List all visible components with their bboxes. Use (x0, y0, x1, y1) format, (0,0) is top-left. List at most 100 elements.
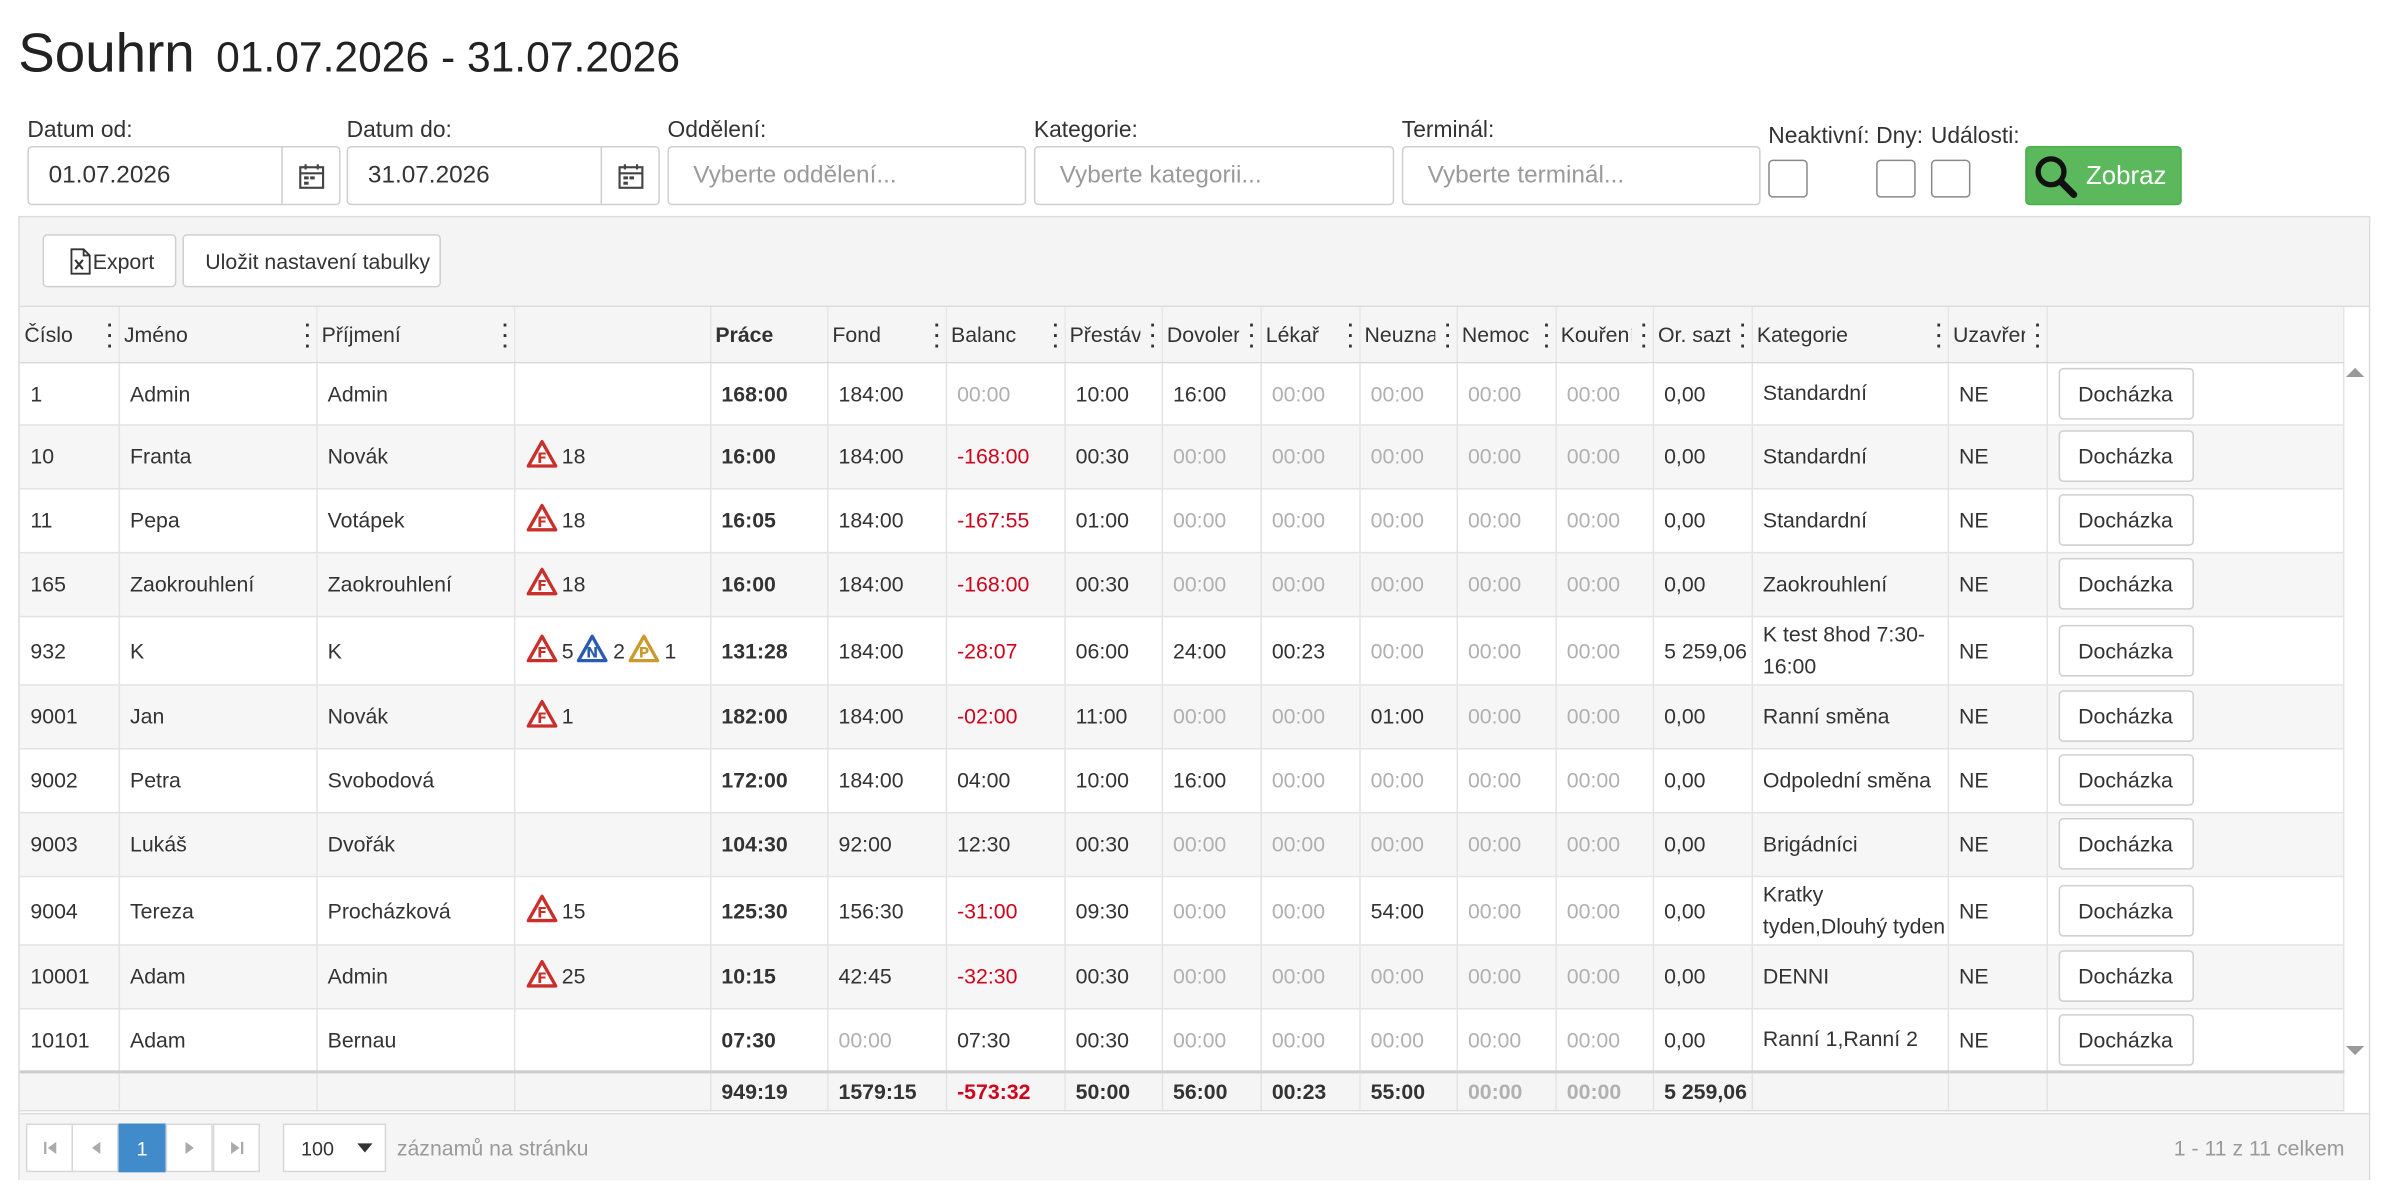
attendance-button[interactable]: Docházka (2057, 367, 2194, 419)
attendance-button[interactable]: Docházka (2057, 950, 2194, 1002)
attendance-button[interactable]: Docházka (2057, 817, 2194, 870)
cell-nemoc: 00:00 (1456, 811, 1557, 877)
column-menu-icon[interactable]: · · · (1542, 315, 1551, 356)
event-f-warning-icon[interactable]: F (525, 893, 557, 926)
column-menu-icon[interactable]: · · · (1935, 315, 1944, 356)
column-menu-icon[interactable]: · · · (1247, 315, 1256, 356)
header-col-fond[interactable]: Fond · · · (827, 307, 947, 363)
attendance-button[interactable]: Docházka (2057, 494, 2194, 546)
column-menu-icon[interactable]: · · · (303, 315, 312, 356)
table-row[interactable]: 165 Zaokrouhlení Zaokrouhlení F 18 16:00 184:0… (19, 551, 2344, 617)
page-size-select[interactable]: 100 (282, 1123, 387, 1173)
table-row[interactable]: 10 Franta Novák F 18 16:00 184:00 -168:00 00:30 0… (19, 424, 2344, 489)
date-from-label: Datum od: (27, 117, 133, 143)
header-col-sazba[interactable]: Or. sazt · · · (1652, 307, 1753, 363)
first-page-button[interactable] (25, 1123, 73, 1173)
show-button[interactable]: Zobraz (2025, 145, 2182, 206)
page-button-current[interactable]: 1 (118, 1123, 166, 1173)
calendar-icon[interactable] (281, 147, 339, 204)
table-row[interactable]: 10001 Adam Admin F 25 10:15 42:45 -32:30 00:30 00… (19, 944, 2344, 1009)
scroll-down-icon[interactable] (2340, 1041, 2370, 1059)
cell-events: F1 (513, 684, 711, 749)
table-row[interactable]: 9004 Tereza Procházková F 15 125:30 156:30 -31:… (19, 875, 2344, 945)
attendance-button[interactable]: Docházka (2057, 557, 2194, 610)
header-col-cislo[interactable]: Číslo · · · (19, 307, 120, 363)
attendance-button[interactable]: Docházka (2057, 1013, 2194, 1066)
header-col-balanc[interactable]: Balanc · · · (945, 307, 1066, 363)
next-page-button[interactable] (165, 1123, 213, 1173)
cell-prace: 168:00 (710, 361, 828, 425)
header-col-prestavka[interactable]: Přestáv · · · (1064, 307, 1163, 363)
cell-kategorie: Standardní (1751, 424, 1949, 489)
prev-page-button[interactable] (71, 1123, 119, 1173)
table-row[interactable]: 9003 Lukáš Dvořák 104:30 92:00 12:30 00:30 00:0… (19, 811, 2344, 877)
category-select[interactable]: Vyberte kategorii... (1033, 145, 1395, 206)
header-col-koureni[interactable]: Kouření · · · (1555, 307, 1654, 363)
scroll-up-icon[interactable] (2340, 363, 2370, 381)
event-f-warning-icon[interactable]: F (525, 567, 557, 600)
cell-kategorie: Brigádníci (1751, 811, 1949, 877)
attendance-button[interactable]: Docházka (2057, 430, 2194, 482)
total-kategorie (1751, 1070, 1949, 1111)
header-col-events[interactable] (513, 307, 711, 363)
attendance-button[interactable]: Docházka (2057, 624, 2194, 676)
column-menu-icon[interactable]: · · · (2034, 315, 2043, 356)
cell-uzavreno: NE (1947, 361, 2048, 425)
event-p-warning-icon[interactable]: P (628, 633, 660, 666)
cell-jmeno: Tereza (118, 875, 318, 945)
column-menu-icon[interactable]: · · · (1444, 315, 1453, 356)
column-menu-icon[interactable]: · · · (501, 315, 510, 356)
column-menu-icon[interactable]: · · · (106, 315, 115, 356)
terminal-select[interactable]: Vyberte terminál... (1401, 145, 1761, 206)
attendance-button[interactable]: Docházka (2057, 754, 2194, 806)
date-to-input[interactable]: 31.07.2026 (346, 145, 660, 206)
export-button[interactable]: Export (42, 234, 177, 288)
cell-prestav: 00:30 (1064, 1008, 1163, 1073)
header-col-jmeno[interactable]: Jméno · · · (118, 307, 318, 363)
total-balanc: -573:32 (945, 1070, 1066, 1111)
header-col-prijmeni[interactable]: Příjmení · · · (316, 307, 515, 363)
cell-dovolena: 00:00 (1161, 811, 1262, 877)
attendance-button[interactable]: Docházka (2057, 884, 2194, 936)
header-col-prace[interactable]: Práce (710, 307, 828, 363)
table-row[interactable]: 1 Admin Admin 168:00 184:00 00:00 10:00 16:00 00… (19, 361, 2344, 425)
table-row[interactable]: 9001 Jan Novák F 1 182:00 184:00 -02:00 11:00 00:… (19, 684, 2344, 749)
event-count: 5 (561, 637, 574, 663)
header-col-dovolena[interactable]: Dovoler · · · (1161, 307, 1262, 363)
cell-prijmeni: Votápek (316, 488, 515, 553)
header-col-neuznano[interactable]: Neuzna · · · (1359, 307, 1458, 363)
event-f-warning-icon[interactable]: F (525, 503, 557, 536)
calendar-icon[interactable] (600, 147, 659, 204)
save-table-settings-button[interactable]: Uložit nastavení tabulky (182, 234, 441, 288)
last-page-button[interactable] (212, 1123, 260, 1173)
event-f-warning-icon[interactable]: F (525, 959, 557, 992)
days-checkbox[interactable] (1876, 159, 1916, 198)
column-menu-icon[interactable]: · · · (1346, 315, 1355, 356)
column-menu-icon[interactable]: · · · (933, 315, 942, 356)
header-col-nemoc[interactable]: Nemoc · · · (1456, 307, 1557, 363)
event-f-warning-icon[interactable]: F (525, 633, 557, 666)
event-f-warning-icon[interactable]: F (525, 699, 557, 732)
event-n-warning-icon[interactable]: N (577, 633, 609, 666)
table-row[interactable]: 9002 Petra Svobodová 172:00 184:00 04:00 10:00… (19, 748, 2344, 813)
column-menu-icon[interactable]: · · · (1640, 315, 1649, 356)
events-checkbox[interactable] (1930, 159, 1971, 198)
table-row[interactable]: 932 K K F 5 N 2 P 1 131:28 184:00 -28:07 06:00 24:00 0… (19, 615, 2344, 685)
department-select[interactable]: Vyberte oddělení... (667, 145, 1027, 206)
column-menu-icon[interactable]: · · · (1739, 315, 1748, 356)
header-col-uzavreno[interactable]: Uzavřer · · · (1947, 307, 2048, 363)
table-row[interactable]: 11 Pepa Votápek F 18 16:05 184:00 -167:55 01:00 0… (19, 488, 2344, 553)
column-menu-icon[interactable]: · · · (1149, 315, 1158, 356)
header-col-kategorie[interactable]: Kategorie · · · (1751, 307, 1949, 363)
cell-neuzna: 00:00 (1359, 615, 1458, 685)
date-from-input[interactable]: 01.07.2026 (27, 145, 341, 206)
attendance-button[interactable]: Docházka (2057, 690, 2194, 742)
total-koureni: 00:00 (1555, 1070, 1654, 1111)
header-col-lekar[interactable]: Lékař · · · (1260, 307, 1360, 363)
table-scrollbar[interactable] (2340, 363, 2370, 1078)
header-col-actions[interactable] (2046, 307, 2344, 363)
event-f-warning-icon[interactable]: F (525, 439, 557, 472)
column-menu-icon[interactable]: · · · (1051, 315, 1060, 356)
table-row[interactable]: 10101 Adam Bernau 07:30 00:00 07:30 00:30 00:00… (19, 1008, 2344, 1073)
inactive-checkbox[interactable] (1768, 159, 1808, 198)
